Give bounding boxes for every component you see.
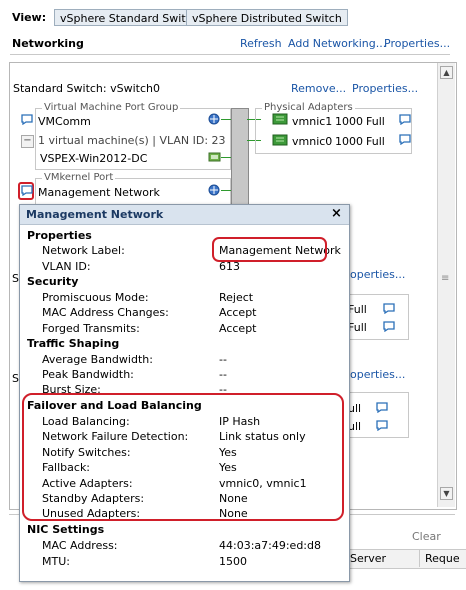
standard-switch-title: Standard Switch: vSwitch0 bbox=[13, 82, 160, 95]
promiscuous-mode-label: Promiscuous Mode: bbox=[42, 291, 149, 304]
scroll-grip-icon[interactable]: ≡ bbox=[441, 273, 449, 284]
vmkernel-port-title: VMkernel Port bbox=[42, 172, 116, 183]
vm-port-group-name: VMComm bbox=[38, 115, 91, 128]
average-bandwidth-value: -- bbox=[219, 353, 227, 366]
nic-icon bbox=[272, 113, 288, 128]
active-adapters-value: vmnic0, vmnic1 bbox=[219, 477, 307, 490]
fallback-value: Yes bbox=[219, 461, 237, 474]
network-label-label: Network Label: bbox=[42, 244, 125, 257]
section-failover: Failover and Load Balancing bbox=[27, 399, 202, 412]
physical-adapters-title: Physical Adapters bbox=[262, 102, 355, 113]
mac-address-changes-label: MAC Address Changes: bbox=[42, 306, 169, 319]
adapter-name: vmnic1 bbox=[292, 115, 333, 128]
refresh-link[interactable]: Refresh bbox=[240, 37, 282, 50]
forged-transmits-value: Accept bbox=[219, 322, 257, 335]
comment-icon[interactable] bbox=[21, 114, 33, 128]
adapter-info-icon[interactable] bbox=[383, 303, 395, 317]
switch-properties-link[interactable]: Properties... bbox=[352, 82, 418, 95]
vm-port-group-title: Virtual Machine Port Group bbox=[42, 102, 181, 113]
clear-button[interactable]: Clear bbox=[412, 530, 441, 543]
vm-icon bbox=[208, 151, 222, 167]
management-network-popup: Management Network × Properties Network … bbox=[19, 204, 350, 582]
nic-icon bbox=[272, 134, 288, 149]
mac-address-label: MAC Address: bbox=[42, 539, 118, 552]
highlight-network-label bbox=[212, 237, 327, 262]
background-properties-link[interactable]: operties... bbox=[350, 268, 405, 281]
background-adapter-duplex: Full bbox=[348, 303, 367, 316]
background-switch-fragment: S bbox=[12, 272, 19, 285]
peak-bandwidth-label: Peak Bandwidth: bbox=[42, 368, 134, 381]
standard-switch-view-button[interactable]: vSphere Standard Switch bbox=[54, 9, 205, 26]
add-networking-link[interactable]: Add Networking... bbox=[288, 37, 386, 50]
adapter-info-icon[interactable] bbox=[399, 134, 411, 148]
adapter-duplex: Full bbox=[366, 135, 385, 148]
adapter-info-icon[interactable] bbox=[376, 420, 388, 434]
fallback-label: Fallback: bbox=[42, 461, 91, 474]
unused-adapters-value: None bbox=[219, 507, 248, 520]
header-divider bbox=[10, 54, 450, 55]
networking-title: Networking bbox=[12, 37, 84, 50]
active-adapters-label: Active Adapters: bbox=[42, 477, 133, 490]
vmkernel-network-icon bbox=[207, 184, 221, 200]
connector-line bbox=[221, 190, 231, 191]
adapter-speed: 1000 bbox=[335, 135, 363, 148]
adapter-info-icon[interactable] bbox=[383, 321, 395, 335]
remove-link[interactable]: Remove... bbox=[291, 82, 346, 95]
average-bandwidth-label: Average Bandwidth: bbox=[42, 353, 153, 366]
port-group-network-icon bbox=[207, 113, 221, 129]
background-switch-fragment: S bbox=[12, 372, 19, 385]
vm-name: VSPEX-Win2012-DC bbox=[40, 152, 148, 165]
section-security: Security bbox=[27, 275, 79, 288]
adapter-name: vmnic0 bbox=[292, 135, 333, 148]
standby-adapters-label: Standby Adapters: bbox=[42, 492, 145, 505]
adapter-info-icon[interactable] bbox=[376, 402, 388, 416]
column-server[interactable]: Server bbox=[350, 552, 386, 565]
column-divider bbox=[419, 549, 420, 567]
mtu-label: MTU: bbox=[42, 555, 70, 568]
vlan-id-label: VLAN ID: bbox=[42, 260, 91, 273]
connector-line bbox=[221, 157, 231, 158]
load-balancing-value: IP Hash bbox=[219, 415, 261, 428]
view-label: View: bbox=[12, 11, 47, 24]
section-properties: Properties bbox=[27, 229, 92, 242]
vmkernel-info-icon[interactable] bbox=[21, 185, 33, 199]
vlan-id-value: 613 bbox=[219, 260, 240, 273]
background-properties-link[interactable]: operties... bbox=[350, 368, 405, 381]
notify-switches-label: Notify Switches: bbox=[42, 446, 131, 459]
popup-header: Management Network × bbox=[20, 205, 349, 225]
section-traffic-shaping: Traffic Shaping bbox=[27, 337, 120, 350]
connector-line bbox=[221, 119, 231, 120]
mac-address-changes-value: Accept bbox=[219, 306, 257, 319]
section-nic-settings: NIC Settings bbox=[27, 523, 105, 536]
network-failure-detection-label: Network Failure Detection: bbox=[42, 430, 189, 443]
standby-adapters-value: None bbox=[219, 492, 248, 505]
background-adapter-duplex: Full bbox=[348, 321, 367, 334]
unused-adapters-label: Unused Adapters: bbox=[42, 507, 141, 520]
column-requested[interactable]: Reque bbox=[425, 552, 460, 565]
switch-backbone bbox=[231, 108, 249, 206]
distributed-switch-view-button[interactable]: vSphere Distributed Switch bbox=[186, 9, 348, 26]
popup-title: Management Network bbox=[26, 208, 164, 221]
mac-address-value: 44:03:a7:49:ed:d8 bbox=[219, 539, 321, 552]
vertical-scrollbar[interactable]: ▲ ≡ ▼ bbox=[437, 63, 455, 507]
collapse-icon[interactable]: − bbox=[21, 135, 34, 148]
adapter-duplex: Full bbox=[366, 115, 385, 128]
adapter-speed: 1000 bbox=[335, 115, 363, 128]
forged-transmits-label: Forged Transmits: bbox=[42, 322, 140, 335]
promiscuous-mode-value: Reject bbox=[219, 291, 254, 304]
notify-switches-value: Yes bbox=[219, 446, 237, 459]
network-failure-detection-value: Link status only bbox=[219, 430, 306, 443]
mtu-value: 1500 bbox=[219, 555, 247, 568]
scroll-up-icon[interactable]: ▲ bbox=[440, 66, 453, 79]
close-icon[interactable]: × bbox=[331, 206, 342, 221]
vm-count-vlan: 1 virtual machine(s) | VLAN ID: 23 bbox=[38, 134, 226, 147]
vmkernel-port-name: Management Network bbox=[38, 186, 160, 199]
adapter-info-icon[interactable] bbox=[399, 114, 411, 128]
scroll-down-icon[interactable]: ▼ bbox=[440, 487, 453, 500]
load-balancing-label: Load Balancing: bbox=[42, 415, 130, 428]
peak-bandwidth-value: -- bbox=[219, 368, 227, 381]
networking-properties-link[interactable]: Properties... bbox=[384, 37, 450, 50]
